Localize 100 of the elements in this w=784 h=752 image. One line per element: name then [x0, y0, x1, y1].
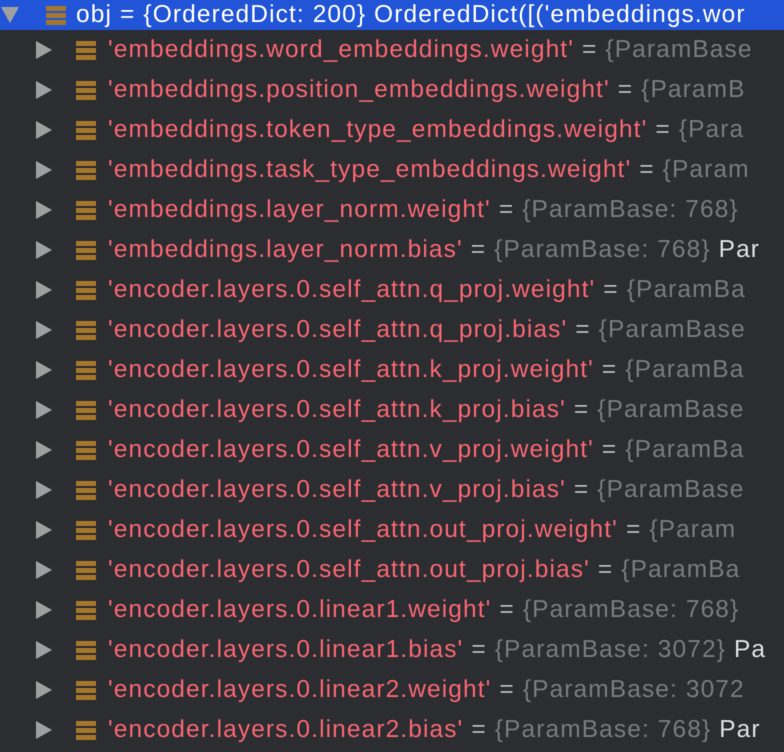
entry-value: {ParamBa — [625, 356, 744, 384]
entry-key: 'embeddings.layer_norm.weight' — [108, 196, 491, 224]
expand-arrow-icon[interactable] — [36, 721, 52, 739]
equals-sign: = — [603, 276, 619, 304]
entry-key: 'embeddings.position_embeddings.weight' — [108, 76, 610, 104]
entry-value: {ParamBase: 3072 — [522, 676, 745, 704]
tree-row[interactable]: 'embeddings.token_type_embeddings.weight' = {Para — [0, 110, 784, 150]
entry-value: {ParamB — [641, 76, 746, 104]
list-icon — [76, 600, 96, 620]
expand-arrow-icon[interactable] — [36, 121, 52, 139]
entry-key: 'embeddings.token_type_embeddings.weight' — [108, 116, 648, 144]
expand-arrow-icon[interactable] — [36, 681, 52, 699]
expand-arrow-icon[interactable] — [36, 321, 52, 339]
equals-sign: = — [655, 116, 671, 144]
tree-row[interactable]: 'embeddings.layer_norm.weight' = {ParamBase: 768} — [0, 190, 784, 230]
variable-name: obj — [76, 1, 112, 29]
entry-value: {ParamBase — [598, 316, 746, 344]
tree-row[interactable]: 'embeddings.position_embeddings.weight' = {ParamB — [0, 70, 784, 110]
equals-sign: = — [582, 36, 598, 64]
expand-arrow-icon[interactable] — [36, 201, 52, 219]
entry-value: {ParamBase: 768} — [522, 596, 740, 624]
entry-value: {ParamBase: 768} — [494, 236, 711, 264]
tree-row[interactable]: 'embeddings.word_embeddings.weight' = {ParamBase — [0, 30, 784, 70]
list-icon — [76, 200, 96, 220]
tree-row[interactable]: 'encoder.layers.0.linear1.weight' = {ParamBase: 768} — [0, 590, 784, 630]
entry-key: 'encoder.layers.0.self_attn.out_proj.weight' — [108, 516, 618, 544]
entry-key: 'encoder.layers.0.self_attn.k_proj.weight' — [108, 356, 594, 384]
equals-sign: = — [598, 556, 614, 584]
expand-arrow-icon[interactable] — [36, 361, 52, 379]
tree-row[interactable]: 'embeddings.task_type_embeddings.weight' = {Param — [0, 150, 784, 190]
entry-key: 'embeddings.word_embeddings.weight' — [108, 36, 574, 64]
expand-arrow-icon[interactable] — [36, 601, 52, 619]
equals-sign: = — [574, 396, 590, 424]
tree-row[interactable]: 'encoder.layers.0.self_attn.q_proj.weight' = {ParamBa — [0, 270, 784, 310]
entry-key: 'encoder.layers.0.self_attn.k_proj.bias' — [108, 396, 566, 424]
equals-sign: = — [498, 196, 514, 224]
list-icon — [76, 440, 96, 460]
equals-sign: = — [602, 436, 618, 464]
tree-row[interactable]: 'encoder.layers.0.self_attn.k_proj.weight' = {ParamBa — [0, 350, 784, 390]
list-icon — [76, 40, 96, 60]
list-icon — [76, 240, 96, 260]
entry-key: 'embeddings.task_type_embeddings.weight' — [108, 156, 632, 184]
tree-row[interactable]: 'encoder.layers.0.self_attn.v_proj.weight' = {ParamBa — [0, 430, 784, 470]
expand-arrow-icon[interactable] — [36, 561, 52, 579]
entry-key: 'encoder.layers.0.linear2.bias' — [108, 716, 464, 744]
entry-value: {Param — [662, 156, 750, 184]
entry-key: 'embeddings.layer_norm.bias' — [108, 236, 463, 264]
equals-sign: = — [602, 356, 618, 384]
entry-value: {ParamBase — [605, 36, 753, 64]
entry-key: 'encoder.layers.0.self_attn.out_proj.bias' — [108, 556, 590, 584]
equals-sign: = — [120, 1, 136, 29]
equals-sign: = — [575, 316, 591, 344]
tree-row[interactable]: 'encoder.layers.0.linear1.bias' = {ParamBase: 3072} Pa — [0, 630, 784, 670]
entry-type: Par — [718, 236, 760, 264]
expand-arrow-icon[interactable] — [36, 521, 52, 539]
tree-row[interactable]: 'encoder.layers.0.self_attn.out_proj.weight' = {Param — [0, 510, 784, 550]
list-icon — [76, 120, 96, 140]
entry-key: 'encoder.layers.0.self_attn.q_proj.weight' — [108, 276, 596, 304]
tree-row[interactable]: 'encoder.layers.0.linear2.weight' = {ParamBase: 3072 — [0, 670, 784, 710]
entry-key: 'encoder.layers.0.self_attn.q_proj.bias' — [108, 316, 568, 344]
tree-row[interactable]: 'encoder.layers.0.self_attn.q_proj.bias' = {ParamBase — [0, 310, 784, 350]
expand-arrow-icon[interactable] — [36, 241, 52, 259]
list-icon — [76, 480, 96, 500]
entry-value: {ParamBase: 3072} — [494, 636, 726, 664]
equals-sign: = — [470, 236, 486, 264]
expand-arrow-icon[interactable] — [36, 641, 52, 659]
tree-row[interactable]: 'encoder.layers.0.linear2.bias' = {ParamBase: 768} Par — [0, 710, 784, 750]
entry-key: 'encoder.layers.0.linear2.weight' — [108, 676, 492, 704]
equals-sign: = — [471, 636, 487, 664]
entry-key: 'encoder.layers.0.self_attn.v_proj.bias' — [108, 476, 566, 504]
tree-row[interactable]: 'encoder.layers.0.self_attn.out_proj.bias' = {ParamBa — [0, 550, 784, 590]
expand-arrow-icon[interactable] — [36, 281, 52, 299]
equals-sign: = — [574, 476, 590, 504]
list-icon — [76, 560, 96, 580]
tree-row[interactable]: 'embeddings.layer_norm.bias' = {ParamBase: 768} Par — [0, 230, 784, 270]
tree-row[interactable]: obj = {OrderedDict: 200} OrderedDict([('embeddings.wor — [0, 0, 784, 30]
entry-value: {ParamBa — [621, 556, 740, 584]
equals-sign: = — [639, 156, 655, 184]
expand-arrow-icon[interactable] — [36, 401, 52, 419]
expand-arrow-icon[interactable] — [36, 441, 52, 459]
entry-value: {ParamBa — [625, 436, 744, 464]
equals-sign: = — [471, 716, 487, 744]
entry-value: {ParamBase — [597, 476, 744, 504]
list-icon — [76, 160, 96, 180]
entry-type: Par — [719, 716, 761, 744]
expand-arrow-icon[interactable] — [36, 81, 52, 99]
list-icon — [76, 320, 96, 340]
list-icon — [76, 520, 96, 540]
tree-row[interactable]: 'encoder.layers.0.self_attn.v_proj.bias' = {ParamBase — [0, 470, 784, 510]
list-icon — [76, 80, 96, 100]
tree-row[interactable]: 'encoder.layers.0.self_attn.k_proj.bias' = {ParamBase — [0, 390, 784, 430]
entry-type: Pa — [734, 636, 766, 664]
expand-arrow-icon[interactable] — [36, 161, 52, 179]
expand-arrow-icon[interactable] — [36, 41, 52, 59]
entry-key: 'encoder.layers.0.linear1.bias' — [108, 636, 464, 664]
entry-value: {ParamBase: 768} — [494, 716, 712, 744]
entry-value: {Param — [649, 516, 736, 544]
list-icon — [76, 640, 96, 660]
equals-sign: = — [499, 596, 515, 624]
expand-arrow-icon[interactable] — [36, 481, 52, 499]
